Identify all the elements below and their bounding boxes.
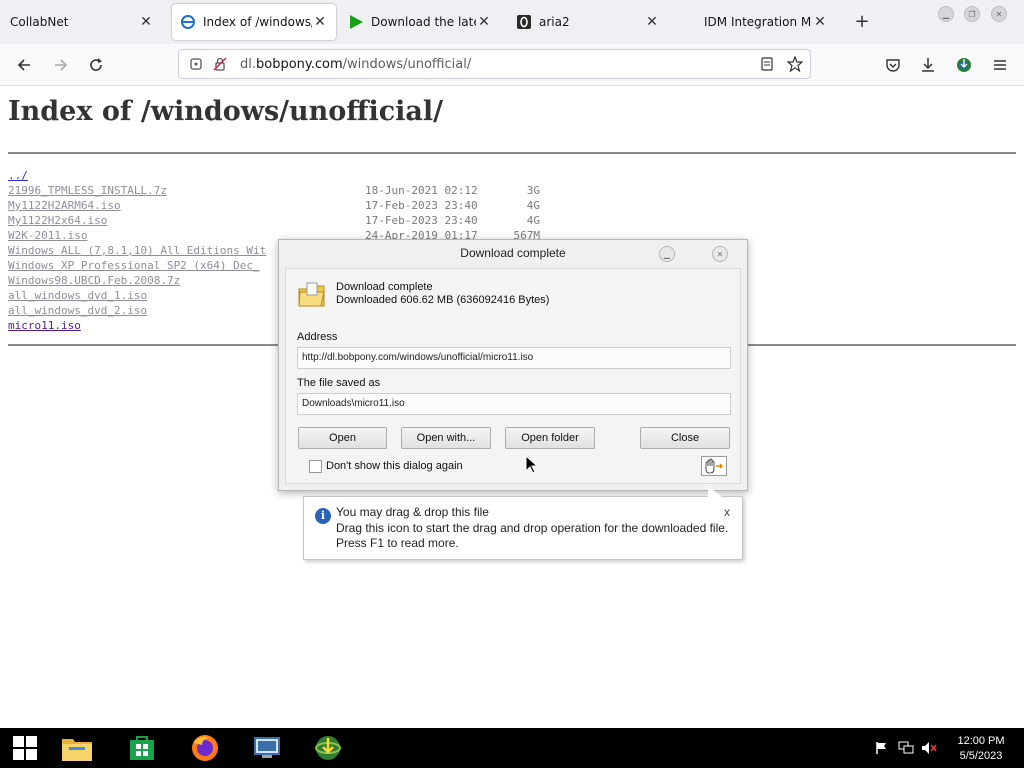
- menu-icon[interactable]: [989, 54, 1011, 76]
- download-status: Download complete Downloaded 606.62 MB (…: [336, 281, 549, 307]
- new-tab-button[interactable]: +: [852, 12, 872, 32]
- status-detail: Downloaded 606.62 MB (636092416 Bytes): [336, 294, 550, 306]
- tab-download-latest[interactable]: Download the latest ✕: [340, 4, 500, 40]
- downloads-icon[interactable]: [917, 54, 939, 76]
- dont-show-label: Don't show this dialog again: [326, 460, 463, 472]
- file-explorer-icon[interactable]: [61, 732, 93, 764]
- tab-label: IDM Integration Mod: [704, 15, 812, 29]
- open-folder-button[interactable]: Open folder: [505, 427, 595, 449]
- mouse-cursor-icon: [525, 454, 539, 477]
- firefox-icon[interactable]: [189, 732, 221, 764]
- file-size: 4G: [526, 214, 540, 227]
- navigation-bar: dl.bobpony.com/windows/unofficial/: [0, 44, 1024, 86]
- tab-aria2[interactable]: aria2 ✕: [508, 4, 668, 40]
- tab-label: Index of /windows/u: [203, 15, 312, 29]
- file-link[interactable]: all_windows_dvd_1.iso: [8, 288, 147, 303]
- dialog-body: Download complete Downloaded 606.62 MB (…: [285, 268, 741, 484]
- page-info-icon[interactable]: [189, 57, 203, 74]
- drag-drop-hand-icon[interactable]: [701, 456, 727, 476]
- close-icon[interactable]: ✕: [476, 14, 492, 30]
- address-bar[interactable]: dl.bobpony.com/windows/unofficial/: [178, 49, 811, 79]
- file-date: 17-Feb-2023 23:40: [365, 199, 478, 212]
- open-with-button[interactable]: Open with...: [401, 427, 491, 449]
- folder-download-icon: [297, 280, 327, 310]
- dialog-title: Download complete: [460, 246, 566, 260]
- volume-muted-tray-icon[interactable]: [921, 740, 937, 756]
- reload-icon[interactable]: [85, 54, 107, 76]
- status-title: Download complete: [336, 281, 433, 293]
- file-date: 18-Jun-2021 02:12: [365, 184, 478, 197]
- dialog-close-icon[interactable]: ✕: [712, 246, 728, 262]
- tooltip-arrow: [708, 486, 722, 497]
- tab-label: Download the latest: [371, 15, 476, 29]
- tooltip-close-icon[interactable]: x: [724, 505, 730, 519]
- close-button[interactable]: Close: [640, 427, 730, 449]
- open-button[interactable]: Open: [298, 427, 387, 449]
- tooltip-text: Drag this icon to start the drag and dro…: [336, 521, 736, 551]
- tab-idm-integration[interactable]: IDM Integration Mod ✕: [676, 4, 836, 40]
- file-link[interactable]: Windows98.UBCD.Feb.2008.7z: [8, 273, 180, 288]
- window-close-icon[interactable]: ✕: [991, 6, 1007, 22]
- file-size: 3G: [526, 184, 540, 197]
- tab-strip: CollabNet ✕ Index of /windows/u ✕ Downlo…: [0, 0, 1024, 44]
- file-link[interactable]: micro11.iso: [8, 318, 81, 333]
- tab-label: CollabNet: [10, 15, 69, 29]
- taskbar: 12:00 PM 5/5/2023: [0, 728, 1024, 768]
- tab-collabnet[interactable]: CollabNet ✕: [2, 4, 162, 40]
- file-link[interactable]: Windows ALL (7,8.1,10) All Editions Wit: [8, 243, 266, 258]
- ie-page-icon: [180, 14, 196, 30]
- file-link[interactable]: all_windows_dvd_2.iso: [8, 303, 147, 318]
- microsoft-store-icon[interactable]: [126, 732, 158, 764]
- file-link[interactable]: W2K-2011.iso: [8, 228, 87, 243]
- close-icon[interactable]: ✕: [812, 14, 828, 30]
- url-text: dl.bobpony.com/windows/unofficial/: [240, 57, 472, 72]
- divider: [8, 152, 1016, 154]
- tab-index-windows[interactable]: Index of /windows/u ✕: [172, 4, 336, 40]
- drag-drop-tooltip: i You may drag & drop this file x Drag t…: [303, 486, 743, 560]
- tooltip-title: You may drag & drop this file: [336, 505, 489, 519]
- download-complete-dialog: Download complete ▁ ✕ Download complete …: [278, 239, 748, 491]
- close-icon[interactable]: ✕: [644, 14, 660, 30]
- bookmark-star-icon[interactable]: [786, 55, 804, 75]
- network-tray-icon[interactable]: [898, 740, 914, 756]
- flag-tray-icon[interactable]: [874, 740, 890, 756]
- start-windows-icon[interactable]: [9, 732, 41, 764]
- address-field[interactable]: http://dl.bobpony.com/windows/unofficial…: [297, 347, 731, 369]
- aria2-icon: [516, 14, 532, 30]
- minimize-icon[interactable]: ▁: [938, 6, 954, 22]
- clock-date: 5/5/2023: [959, 750, 1003, 762]
- clock-time: 12:00 PM: [957, 735, 1005, 747]
- info-icon: i: [315, 508, 331, 524]
- tooltip-line: Drag this icon to start the drag and dro…: [336, 521, 729, 535]
- tooltip-line: Press F1 to read more.: [336, 536, 459, 550]
- close-icon[interactable]: ✕: [312, 14, 328, 30]
- address-label: Address: [297, 331, 338, 343]
- reader-view-icon[interactable]: [760, 57, 774, 74]
- file-date: 17-Feb-2023 23:40: [365, 214, 478, 227]
- dont-show-checkbox[interactable]: [309, 460, 322, 473]
- pocket-icon[interactable]: [882, 54, 904, 76]
- forward-icon[interactable]: [50, 54, 72, 76]
- saved-as-field[interactable]: Downloads\micro11.iso: [297, 393, 731, 415]
- close-icon[interactable]: ✕: [138, 14, 154, 30]
- tab-label: aria2: [539, 15, 570, 29]
- remote-desktop-icon[interactable]: [251, 732, 283, 764]
- insecure-lock-icon[interactable]: [213, 57, 227, 74]
- system-clock[interactable]: 12:00 PM 5/5/2023: [950, 734, 1012, 764]
- back-icon[interactable]: [13, 54, 35, 76]
- file-link[interactable]: My1122H2ARM64.iso: [8, 198, 121, 213]
- file-link[interactable]: My1122H2x64.iso: [8, 213, 107, 228]
- restore-icon[interactable]: ❐: [964, 6, 980, 22]
- file-link[interactable]: Windows XP Professional SP2 (x64) Dec_: [8, 258, 260, 273]
- page-title: Index of /windows/unofficial/: [8, 96, 444, 127]
- saved-as-label: The file saved as: [297, 377, 381, 389]
- idm-extension-icon[interactable]: [953, 54, 975, 76]
- parent-directory-link[interactable]: ../: [8, 168, 28, 183]
- file-size: 4G: [526, 199, 540, 212]
- idm-taskbar-icon[interactable]: [312, 732, 344, 764]
- green-play-icon: [348, 14, 364, 30]
- dialog-minimize-icon[interactable]: ▁: [659, 246, 675, 262]
- file-link[interactable]: 21996_TPMLESS_INSTALL.7z: [8, 183, 167, 198]
